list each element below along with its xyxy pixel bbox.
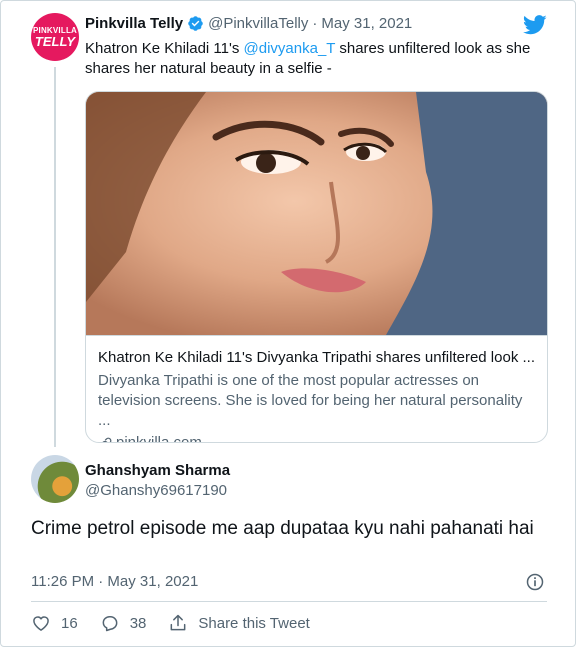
quoted-handle[interactable]: @PinkvillaTelly: [208, 15, 308, 32]
action-bar: 16 38 Share this Tweet: [31, 612, 332, 634]
reply-handle[interactable]: @Ghanshy69617190: [85, 482, 227, 499]
quoted-tweet-text: Khatron Ke Khiladi 11's @divyanka_T shar…: [85, 39, 547, 79]
share-label: Share this Tweet: [198, 614, 310, 632]
mention-link[interactable]: @divyanka_T: [244, 40, 336, 57]
actions-divider: [31, 601, 547, 602]
quoted-text-part1: Khatron Ke Khiladi 11's: [85, 40, 244, 57]
heart-icon: [33, 616, 49, 631]
reply-button[interactable]: 38: [100, 613, 147, 633]
card-title[interactable]: Khatron Ke Khiladi 11's Divyanka Tripath…: [98, 348, 537, 368]
quoted-display-name[interactable]: Pinkvilla Telly: [85, 15, 183, 32]
quoted-tweet-header: Pinkvilla Telly @PinkvillaTelly · May 31…: [85, 15, 412, 32]
tweet-embed: PINKVILLA TELLY Pinkvilla Telly @Pinkvil…: [0, 0, 576, 647]
like-count: 16: [61, 614, 78, 632]
avatar-text-line2: TELLY: [34, 33, 76, 49]
link-card[interactable]: Khatron Ke Khiladi 11's Divyanka Tripath…: [85, 91, 548, 443]
thread-line: [54, 67, 56, 447]
like-button[interactable]: 16: [31, 613, 78, 633]
reply-count: 38: [129, 614, 147, 632]
card-description: Divyanka Tripathi is one of the most pop…: [98, 372, 523, 429]
info-icon[interactable]: [525, 572, 545, 592]
selfie-photo: [86, 92, 547, 335]
reply-tweet-text: Crime petrol episode me aap dupataa kyu …: [31, 518, 534, 539]
card-image[interactable]: [86, 92, 547, 335]
share-icon: [170, 614, 186, 631]
reply-display-name[interactable]: Ghanshyam Sharma: [85, 462, 230, 479]
twitter-bird-icon[interactable]: [523, 15, 547, 35]
pinkvilla-avatar[interactable]: PINKVILLA TELLY: [31, 13, 79, 61]
card-domain[interactable]: pinkvilla.com: [98, 433, 537, 442]
share-button[interactable]: Share this Tweet: [168, 613, 310, 633]
card-body[interactable]: Khatron Ke Khiladi 11's Divyanka Tripath…: [86, 335, 547, 442]
ghanshyam-avatar[interactable]: [31, 455, 79, 503]
reply-icon: [102, 616, 118, 632]
quoted-date[interactable]: May 31, 2021: [321, 15, 412, 32]
link-icon: [102, 437, 112, 442]
separator-dot: ·: [312, 15, 318, 32]
card-domain-text[interactable]: pinkvilla.com: [116, 433, 202, 442]
verified-icon: [188, 16, 203, 31]
reply-timestamp[interactable]: 11:26 PM · May 31, 2021: [31, 573, 198, 590]
